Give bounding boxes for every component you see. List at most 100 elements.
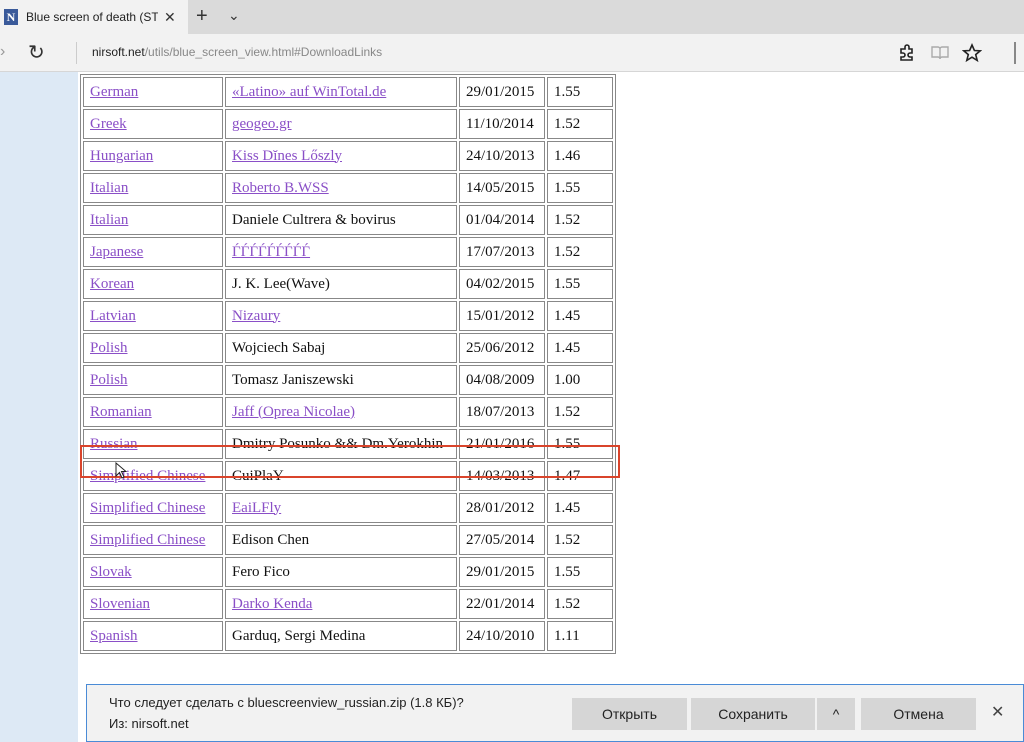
translator-link[interactable]: EaiLFly (232, 500, 281, 516)
language-link[interactable]: Slovak (90, 564, 132, 580)
puzzle-icon[interactable] (898, 44, 916, 62)
version-cell: 1.55 (547, 173, 613, 203)
language-link[interactable]: German (90, 84, 138, 100)
translator-cell: Roberto B.WSS (225, 173, 457, 203)
translator-cell: Jaff (Oprea Nicolae) (225, 397, 457, 427)
translations-table-body: German «Latino» auf WinTotal.de 29/01/2015… (83, 77, 613, 651)
language-cell: Russian (83, 429, 223, 459)
date-cell: 25/06/2012 (459, 333, 545, 363)
date-cell: 24/10/2013 (459, 141, 545, 171)
language-link[interactable]: Italian (90, 212, 128, 228)
language-cell: Romanian (83, 397, 223, 427)
version-cell: 1.55 (547, 77, 613, 107)
language-cell: German (83, 77, 223, 107)
refresh-icon[interactable]: ↻ (28, 40, 45, 65)
table-row: Korean J. K. Lee(Wave) 04/02/2015 1.55 (83, 269, 613, 299)
url-domain: nirsoft.net (92, 45, 145, 59)
version-cell: 1.45 (547, 333, 613, 363)
language-link[interactable]: Latvian (90, 308, 136, 324)
language-link[interactable]: Japanese (90, 244, 143, 260)
translator-link[interactable]: Kiss Dĭnes Lőszly (232, 148, 342, 164)
close-icon[interactable]: ✕ (164, 9, 176, 26)
translator-link[interactable]: Jaff (Oprea Nicolae) (232, 404, 355, 420)
translator-cell: Tomasz Janiszewski (225, 365, 457, 395)
translator-cell: Fero Fico (225, 557, 457, 587)
date-cell: 17/07/2013 (459, 237, 545, 267)
translator-cell: Dmitry Posunko && Dm.Yerokhin (225, 429, 457, 459)
url-field[interactable]: nirsoft.net/utils/blue_screen_view.html#… (92, 45, 382, 59)
chevron-down-icon[interactable]: ⌄ (228, 7, 240, 24)
table-row: Romanian Jaff (Oprea Nicolae) 18/07/2013 1.… (83, 397, 613, 427)
translator-link[interactable]: geogeo.gr (232, 116, 292, 132)
browser-tab[interactable]: N Blue screen of death (ST ✕ (0, 0, 188, 34)
language-link[interactable]: Polish (90, 372, 128, 388)
star-icon[interactable] (962, 43, 982, 63)
mouse-cursor-icon (115, 462, 127, 479)
translator-cell: Daniele Cultrera & bovirus (225, 205, 457, 235)
date-cell: 24/10/2010 (459, 621, 545, 651)
translator-link[interactable]: Nizaury (232, 308, 280, 324)
date-cell: 14/03/2013 (459, 461, 545, 491)
language-cell: Slovenian (83, 589, 223, 619)
translator-cell: Edison Chen (225, 525, 457, 555)
back-icon[interactable]: › (0, 43, 5, 61)
language-link[interactable]: Slovenian (90, 596, 150, 612)
version-cell: 1.00 (547, 365, 613, 395)
language-cell: Greek (83, 109, 223, 139)
translator-cell: EaiLFly (225, 493, 457, 523)
open-button[interactable]: Открыть (572, 698, 687, 730)
translator-link[interactable]: «Latino» auf WinTotal.de (232, 84, 386, 100)
download-prompt: Что следует сделать с bluescreenview_rus… (86, 684, 1024, 742)
language-link[interactable]: Korean (90, 276, 134, 292)
language-cell: Simplified Chinese (83, 525, 223, 555)
toolbar-overflow (1014, 42, 1024, 64)
table-row: Italian Roberto B.WSS 14/05/2015 1.55 (83, 173, 613, 203)
language-cell: Korean (83, 269, 223, 299)
version-cell: 1.52 (547, 525, 613, 555)
version-cell: 1.52 (547, 397, 613, 427)
save-button[interactable]: Сохранить (691, 698, 815, 730)
version-cell: 1.46 (547, 141, 613, 171)
translator-link[interactable]: Darko Kenda (232, 596, 312, 612)
language-link[interactable]: Simplified Chinese (90, 500, 205, 516)
date-cell: 04/02/2015 (459, 269, 545, 299)
table-row: Polish Wojciech Sabaj 25/06/2012 1.45 (83, 333, 613, 363)
language-link[interactable]: Spanish (90, 628, 138, 644)
version-cell: 1.52 (547, 109, 613, 139)
save-options-chevron-icon[interactable]: ^ (817, 698, 855, 730)
table-row: Spanish Garduq, Sergi Medina 24/10/2010 1.1… (83, 621, 613, 651)
version-cell: 1.52 (547, 205, 613, 235)
language-cell: Simplified Chinese (83, 493, 223, 523)
download-source: Из: nirsoft.net (109, 716, 189, 731)
cancel-button[interactable]: Отмена (861, 698, 976, 730)
date-cell: 01/04/2014 (459, 205, 545, 235)
language-link[interactable]: Russian (90, 436, 138, 452)
language-cell: Slovak (83, 557, 223, 587)
version-cell: 1.55 (547, 269, 613, 299)
translator-link[interactable]: ЃЃЃЃЃЃЃЃЃ (232, 244, 310, 260)
table-row: Hungarian Kiss Dĭnes Lőszly 24/10/2013 1.46 (83, 141, 613, 171)
date-cell: 29/01/2015 (459, 557, 545, 587)
book-icon[interactable] (930, 44, 950, 62)
close-icon[interactable]: ✕ (991, 702, 1004, 722)
date-cell: 11/10/2014 (459, 109, 545, 139)
language-link[interactable]: Hungarian (90, 148, 153, 164)
language-link[interactable]: Polish (90, 340, 128, 356)
language-link[interactable]: Simplified Chinese (90, 532, 205, 548)
translator-cell: J. K. Lee(Wave) (225, 269, 457, 299)
translations-table: German «Latino» auf WinTotal.de 29/01/2015… (80, 74, 616, 654)
new-tab-icon[interactable]: + (196, 5, 208, 28)
language-link[interactable]: Romanian (90, 404, 152, 420)
translator-link[interactable]: Roberto B.WSS (232, 180, 329, 196)
date-cell: 27/05/2014 (459, 525, 545, 555)
date-cell: 21/01/2016 (459, 429, 545, 459)
date-cell: 15/01/2012 (459, 301, 545, 331)
language-link[interactable]: Greek (90, 116, 127, 132)
version-cell: 1.47 (547, 461, 613, 491)
language-link[interactable]: Simplified Chinese (90, 468, 205, 484)
language-link[interactable]: Italian (90, 180, 128, 196)
version-cell: 1.52 (547, 589, 613, 619)
language-cell: Latvian (83, 301, 223, 331)
language-cell: Hungarian (83, 141, 223, 171)
url-path: /utils/blue_screen_view.html#DownloadLin… (144, 45, 383, 59)
